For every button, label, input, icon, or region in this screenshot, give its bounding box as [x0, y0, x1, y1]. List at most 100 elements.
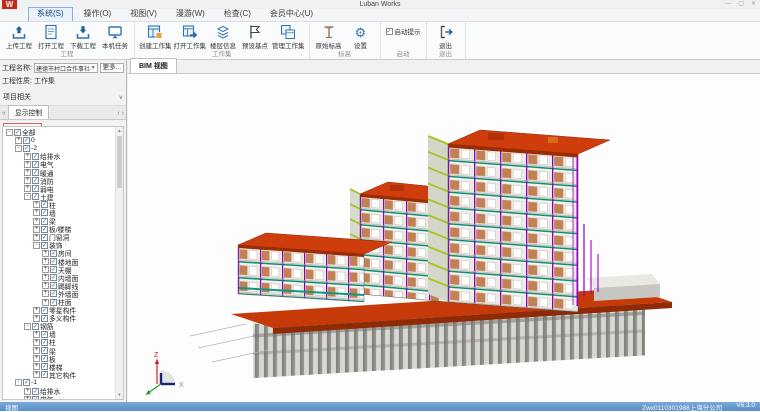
tree-checkbox[interactable]: ✓	[50, 250, 57, 257]
expand-icon[interactable]: +	[33, 234, 40, 241]
expand-icon[interactable]: +	[33, 371, 40, 378]
tree-checkbox[interactable]: ✓	[50, 258, 57, 265]
tree-checkbox[interactable]: ✓	[23, 137, 30, 144]
tree-checkbox[interactable]: ✓	[50, 274, 57, 281]
collapse-panel-icon[interactable]: «	[2, 108, 6, 119]
more-button[interactable]: 更多...	[100, 63, 124, 73]
create-workset-button[interactable]: 创建工作集	[138, 23, 173, 50]
tree-item[interactable]: +✓暖通	[3, 168, 115, 176]
tree-checkbox[interactable]: ✓	[32, 396, 39, 399]
expand-icon[interactable]: +	[24, 153, 31, 160]
scrollbar-thumb[interactable]	[117, 136, 122, 188]
tree-checkbox[interactable]: ✓	[41, 347, 48, 354]
tree-checkbox[interactable]: ✓	[32, 177, 39, 184]
tree-checkbox[interactable]: ✓	[50, 282, 57, 289]
expand-icon[interactable]: +	[33, 315, 40, 322]
tree-item[interactable]: +✓柱	[3, 201, 115, 209]
open-workset-button[interactable]: 打开工作集	[173, 23, 208, 50]
expand-icon[interactable]: +	[33, 339, 40, 346]
tree-item[interactable]: -✓钢筋	[3, 322, 115, 330]
tab-member-center[interactable]: 会员中心(U)	[262, 8, 321, 21]
expand-icon[interactable]: +	[15, 137, 22, 144]
tree-item[interactable]: +✓梁	[3, 347, 115, 355]
expand-icon[interactable]: +	[33, 201, 40, 208]
tree-checkbox[interactable]: ✓	[14, 129, 21, 136]
tree-checkbox[interactable]: ✓	[32, 169, 39, 176]
tree-item[interactable]: +✓消防	[3, 177, 115, 185]
collapse-icon[interactable]: -	[15, 145, 22, 152]
expand-icon[interactable]: +	[42, 282, 49, 289]
expand-icon[interactable]: +	[24, 388, 31, 395]
tab-scroll-icons[interactable]: ‹ ›	[117, 108, 124, 119]
expand-icon[interactable]: +	[24, 161, 31, 168]
tree-checkbox[interactable]: ✓	[41, 234, 48, 241]
collapse-icon[interactable]: -	[33, 242, 40, 249]
settings-button[interactable]: ⚙ 设置	[345, 23, 377, 50]
tree-checkbox[interactable]: ✓	[41, 355, 48, 362]
maximize-icon[interactable]: ▢	[738, 0, 744, 9]
tab-system[interactable]: 系统(S)	[28, 7, 73, 21]
tree-item[interactable]: +✓给排水	[3, 387, 115, 395]
tree-checkbox[interactable]: ✓	[32, 323, 39, 330]
tree-checkbox[interactable]: ✓	[41, 307, 48, 314]
tab-bim-view[interactable]: BIM 视图	[130, 58, 177, 73]
expand-icon[interactable]: +	[42, 274, 49, 281]
expand-icon[interactable]: +	[42, 266, 49, 273]
tree-checkbox[interactable]: ✓	[41, 218, 48, 225]
tree-checkbox[interactable]: ✓	[23, 145, 30, 152]
tab-operation[interactable]: 操作(O)	[76, 8, 120, 21]
expand-icon[interactable]: +	[42, 250, 49, 257]
tree-item[interactable]: -✓全部	[3, 128, 115, 136]
scroll-down-icon[interactable]: ▼	[116, 391, 123, 399]
expand-icon[interactable]: +	[24, 177, 31, 184]
tree-checkbox[interactable]: ✓	[41, 339, 48, 346]
tree-checkbox[interactable]: ✓	[41, 371, 48, 378]
collapse-icon[interactable]: -	[24, 323, 31, 330]
tree-checkbox[interactable]: ✓	[41, 201, 48, 208]
expand-icon[interactable]: +	[33, 347, 40, 354]
viewport-canvas[interactable]: Z X	[128, 74, 760, 402]
upload-project-button[interactable]: 上传工程	[3, 23, 35, 50]
expand-icon[interactable]: +	[33, 363, 40, 370]
tree-item[interactable]: +✓多义构件	[3, 314, 115, 322]
tree-item[interactable]: +✓0	[3, 136, 115, 144]
tree-checkbox[interactable]: ✓	[32, 161, 39, 168]
manage-workset-button[interactable]: 管理工作集	[271, 23, 306, 50]
project-related-section[interactable]: 项目相关 ∨	[0, 88, 126, 106]
tree-item[interactable]: -✓土建	[3, 193, 115, 201]
tree-checkbox[interactable]: ✓	[41, 242, 48, 249]
expand-icon[interactable]: +	[24, 185, 31, 192]
expand-icon[interactable]: +	[42, 299, 49, 306]
tree-checkbox[interactable]: ✓	[50, 290, 57, 297]
tree-item[interactable]: +✓其它构件	[3, 371, 115, 379]
expand-icon[interactable]: +	[24, 169, 31, 176]
tree-scrollbar[interactable]: ▲ ▼	[115, 127, 123, 399]
original-elevation-button[interactable]: 原始标高	[313, 23, 345, 50]
download-project-button[interactable]: 下载工程	[67, 23, 99, 50]
expand-icon[interactable]: +	[42, 258, 49, 265]
exit-button[interactable]: 退出	[430, 23, 462, 50]
expand-icon[interactable]: +	[33, 218, 40, 225]
minimize-icon[interactable]: —	[725, 0, 731, 9]
tree-item[interactable]: +✓柱	[3, 338, 115, 346]
tab-view[interactable]: 视图(V)	[122, 8, 165, 21]
tab-check[interactable]: 检查(C)	[216, 8, 259, 21]
tree-checkbox[interactable]: ✓	[32, 193, 39, 200]
expand-icon[interactable]: +	[33, 226, 40, 233]
open-project-button[interactable]: 打开工程	[35, 23, 67, 50]
tree-checkbox[interactable]: ✓	[41, 209, 48, 216]
tree-checkbox[interactable]: ✓	[41, 331, 48, 338]
preset-basepoint-button[interactable]: 预设基点	[239, 23, 271, 50]
floor-info-button[interactable]: 楼层信息	[207, 23, 239, 50]
tree-item[interactable]: +✓墙	[3, 209, 115, 217]
expand-icon[interactable]: +	[33, 209, 40, 216]
tree-item[interactable]: +✓墙	[3, 330, 115, 338]
tab-roam[interactable]: 漫游(W)	[168, 8, 213, 21]
project-name-dropdown[interactable]: 建德市村口合作事社-施工模型 ▼	[34, 63, 98, 73]
local-tasks-button[interactable]: 本机任务	[99, 23, 131, 50]
expand-icon[interactable]: +	[42, 290, 49, 297]
bim-3d-model[interactable]: Z X	[128, 74, 760, 402]
tree-checkbox[interactable]: ✓	[32, 185, 39, 192]
launch-tip-checkbox[interactable]: ✓ 启动提示	[384, 23, 423, 36]
expand-icon[interactable]: +	[33, 331, 40, 338]
